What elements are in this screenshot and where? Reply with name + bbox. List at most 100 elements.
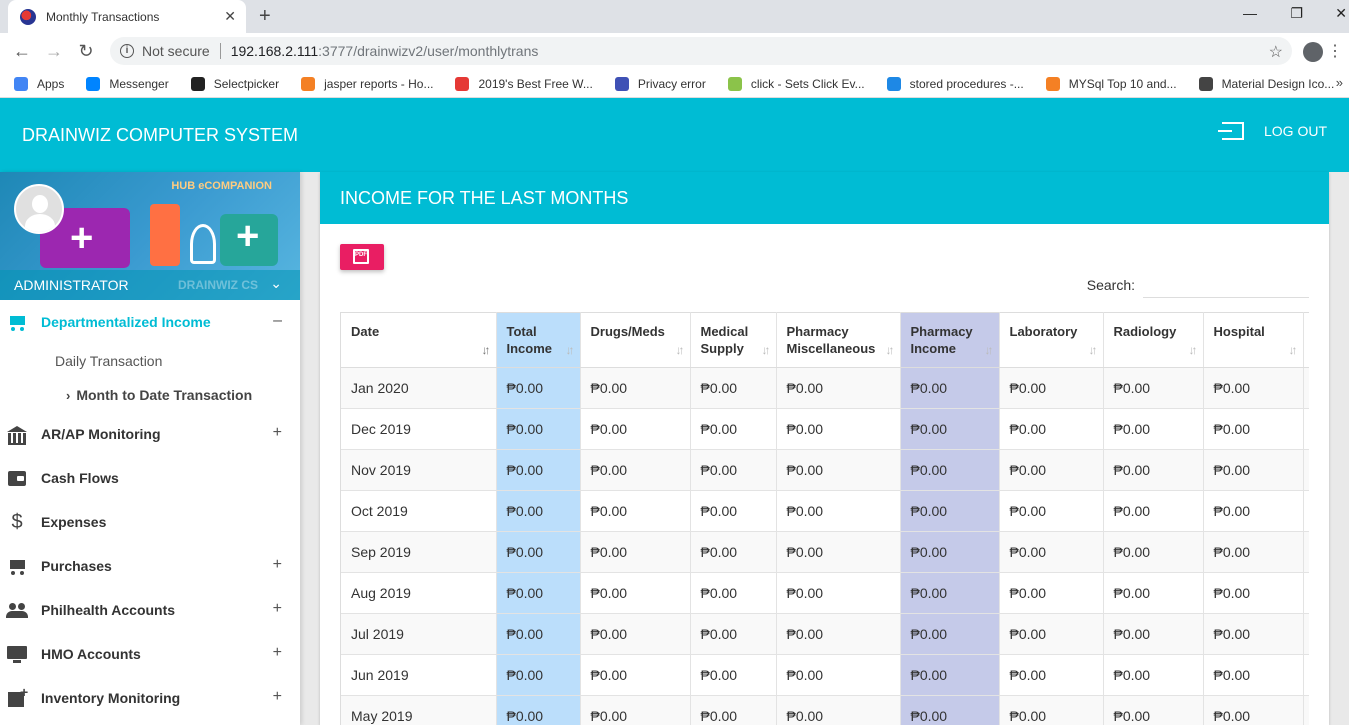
bookmark-item[interactable]: Apps — [14, 76, 64, 91]
sort-icon[interactable]: ↓↑ — [1289, 343, 1298, 357]
amount-cell: ₱0.00 — [999, 449, 1104, 491]
search-label: Search: — [1086, 277, 1135, 293]
sort-icon[interactable]: ↓↑ — [985, 343, 994, 357]
amount-cell: ₱0.00 — [580, 449, 691, 491]
user-info-banner: HUB eCOMPANION ADMINISTRATOR DRAINWIZ CS… — [0, 172, 300, 300]
bookmark-item[interactable]: 2019's Best Free W... — [455, 76, 593, 91]
forward-arrow-icon[interactable]: → — [38, 41, 70, 62]
column-header[interactable]: Pharmacy Income ↓↑ — [900, 312, 1000, 368]
amount-cell: ₱0.00 — [690, 531, 777, 573]
bookmark-item[interactable]: Privacy error — [614, 76, 706, 91]
sidebar-item-expenses[interactable]: $ Expenses — [0, 500, 300, 544]
amount-cell: ₱0.00 — [1203, 490, 1304, 532]
amount-cell: ₱0.00 — [1103, 367, 1204, 409]
address-bar[interactable]: i Not secure 192.168.2.111:3777/drainwiz… — [110, 37, 1292, 65]
amount-cell: ₱0.00 — [1203, 613, 1304, 655]
income-card: INCOME FOR THE LAST MONTHS Search: Date ↓… — [320, 172, 1329, 725]
sidebar-item-ar-ap-monitoring[interactable]: AR/AP Monitoring + — [0, 412, 300, 456]
bookmark-label: click - Sets Click Ev... — [750, 76, 865, 91]
expand-icon[interactable]: + — [273, 556, 282, 574]
sidebar-item-label: AR/AP Monitoring — [41, 426, 161, 442]
column-header[interactable]: Drugs/Meds ↓↑ — [580, 312, 691, 368]
logout-button[interactable]: LOG OUT — [1217, 122, 1327, 140]
expand-icon[interactable]: + — [273, 688, 282, 706]
new-tab-icon[interactable]: + — [259, 5, 271, 28]
chevron-down-icon[interactable]: ⌄ — [270, 275, 282, 292]
search-input[interactable] — [1143, 272, 1309, 298]
column-header[interactable]: Medical Supply ↓↑ — [690, 312, 777, 368]
column-header[interactable]: Total Income ↓↑ — [496, 312, 581, 368]
sidebar-item-hmo-accounts[interactable]: HMO Accounts + — [0, 632, 300, 676]
app-header: DRAINWIZ COMPUTER SYSTEM LOG OUT — [0, 98, 1349, 172]
sidebar-item-departmentalized-income[interactable]: Departmentalized Income – — [0, 300, 300, 344]
reload-icon[interactable]: ↻ — [70, 41, 102, 62]
table-row: Sep 2019 ₱0.00 ₱0.00 ₱0.00 ₱0.00 ₱0.00 ₱0.00 ₱0… — [341, 531, 1309, 573]
sort-icon[interactable]: ↓↑ — [886, 343, 895, 357]
bookmark-item[interactable]: jasper reports - Ho... — [301, 76, 433, 91]
expand-icon[interactable]: + — [273, 600, 282, 618]
pdf-icon — [353, 249, 369, 264]
column-header[interactable]: Pharmacy Miscellaneous ↓↑ — [776, 312, 901, 368]
bookmark-item[interactable]: click - Sets Click Ev... — [727, 76, 865, 91]
expand-icon[interactable]: + — [273, 644, 282, 662]
bookmark-item[interactable]: stored procedures -... — [886, 76, 1024, 91]
user-role-bar[interactable]: ADMINISTRATOR DRAINWIZ CS ⌄ — [0, 270, 300, 300]
sidebar-item-purchases[interactable]: Purchases + — [0, 544, 300, 588]
expand-icon[interactable]: + — [273, 424, 282, 442]
amount-cell: ₱0.00 — [690, 613, 777, 655]
window-close-icon[interactable]: ✕ — [1335, 5, 1347, 22]
back-arrow-icon[interactable]: ← — [6, 41, 38, 62]
sort-icon[interactable]: ↓↑ — [762, 343, 771, 357]
column-header[interactable]: Laboratory ↓↑ — [999, 312, 1104, 368]
info-icon[interactable]: i — [120, 44, 134, 58]
bookmark-item[interactable]: Material Design Ico... — [1198, 76, 1334, 91]
amount-cell: ₱0.00 — [496, 531, 581, 573]
card-header: INCOME FOR THE LAST MONTHS — [320, 172, 1329, 224]
amount-cell: ₱ — [1303, 367, 1309, 409]
collapse-icon[interactable]: – — [273, 312, 282, 330]
page-title: INCOME FOR THE LAST MONTHS — [340, 187, 629, 208]
sidebar-item-cash-flows[interactable]: Cash Flows — [0, 456, 300, 500]
amount-cell: ₱0.00 — [690, 654, 777, 696]
browser-menu-icon[interactable]: ⋮ — [1327, 41, 1343, 61]
table-row: Jun 2019 ₱0.00 ₱0.00 ₱0.00 ₱0.00 ₱0.00 ₱0.00 ₱0… — [341, 654, 1309, 696]
bookmark-favicon-icon — [1045, 76, 1060, 91]
bookmark-item[interactable]: Messenger — [86, 76, 169, 91]
sidebar-subitem-month-to-date[interactable]: › Month to Date Transaction — [0, 378, 300, 412]
profile-avatar-icon[interactable] — [1303, 42, 1323, 62]
sort-icon[interactable]: ↓↑ — [1189, 343, 1198, 357]
sidebar-item-inventory-monitoring[interactable]: Inventory Monitoring + — [0, 676, 300, 720]
column-header[interactable]: IPP — [1303, 312, 1309, 368]
sidebar-item-philhealth-accounts[interactable]: Philhealth Accounts + — [0, 588, 300, 632]
amount-cell: ₱0.00 — [580, 367, 691, 409]
amount-cell: ₱0.00 — [900, 531, 1000, 573]
browser-toolbar: ← → ↻ i Not secure 192.168.2.111:3777/dr… — [0, 33, 1349, 70]
column-header[interactable]: Hospital ↓↑ — [1203, 312, 1304, 368]
monitor-icon — [6, 644, 28, 664]
minimize-icon[interactable]: — — [1243, 5, 1257, 21]
bookmark-star-icon[interactable]: ☆ — [1269, 42, 1283, 62]
bookmark-favicon-icon — [14, 76, 28, 91]
tab-close-icon[interactable]: ✕ — [224, 8, 236, 25]
browser-tab[interactable]: Monthly Transactions ✕ — [8, 0, 246, 33]
sidebar-subitem-daily-transaction[interactable]: Daily Transaction — [0, 344, 300, 378]
bookmark-item[interactable]: MYSql Top 10 and... — [1045, 76, 1177, 91]
bookmark-item[interactable]: Selectpicker — [190, 76, 279, 91]
export-pdf-button[interactable] — [340, 244, 384, 270]
amount-cell: ₱0.00 — [776, 695, 901, 725]
sidebar-item-label: Month to Date Transaction — [76, 387, 253, 403]
search-box: Search: — [1087, 272, 1309, 298]
table-row: Nov 2019 ₱0.00 ₱0.00 ₱0.00 ₱0.00 ₱0.00 ₱0.00 ₱0… — [341, 449, 1309, 491]
sort-icon[interactable]: ↓↑ — [566, 343, 575, 357]
amount-cell: ₱0.00 — [580, 572, 691, 614]
column-header[interactable]: Date ↓↑ — [341, 312, 497, 368]
sort-icon[interactable]: ↓↑ — [482, 343, 491, 357]
restore-icon[interactable]: ❐ — [1290, 5, 1303, 22]
sort-icon[interactable]: ↓↑ — [1089, 343, 1098, 357]
amount-cell: ₱ — [1303, 449, 1309, 491]
column-header[interactable]: Radiology ↓↑ — [1103, 312, 1204, 368]
sort-icon[interactable]: ↓↑ — [676, 343, 685, 357]
bookmarks-overflow-icon[interactable]: » — [1336, 75, 1343, 90]
amount-cell: ₱0.00 — [1103, 695, 1204, 725]
amount-cell: ₱0.00 — [900, 490, 1000, 532]
